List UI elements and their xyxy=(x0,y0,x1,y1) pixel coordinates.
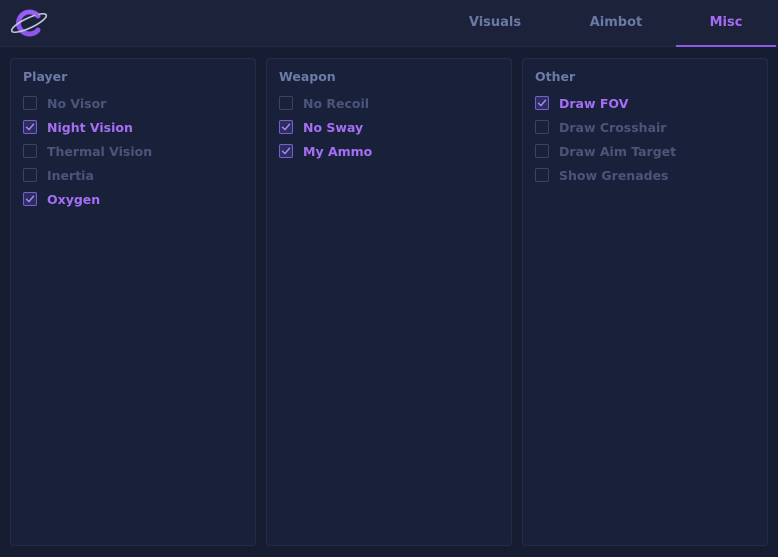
checkmark-icon xyxy=(281,147,291,155)
night-vision-label: Night Vision xyxy=(47,119,133,135)
option-no-visor[interactable]: No Visor xyxy=(23,91,247,115)
night-vision-checkbox[interactable] xyxy=(23,120,37,134)
tab-bar: Visuals Aimbot Misc xyxy=(440,0,778,47)
oxygen-label: Oxygen xyxy=(47,191,101,207)
other-options: Draw FOV Draw Crosshair Draw Aim Target Sho… xyxy=(535,91,759,187)
option-oxygen[interactable]: Oxygen xyxy=(23,187,247,211)
player-options: No Visor Night Vision Thermal Vision Inerti… xyxy=(23,91,247,211)
option-show-grenades[interactable]: Show Grenades xyxy=(535,163,759,187)
player-panel: Player No Visor Night Vision Thermal Visio… xyxy=(10,58,256,546)
draw-aim-target-label: Draw Aim Target xyxy=(559,143,677,159)
no-sway-checkbox[interactable] xyxy=(279,120,293,134)
cheat-menu-window: Visuals Aimbot Misc Player No Visor Night… xyxy=(0,0,778,557)
tab-aimbot[interactable]: Aimbot xyxy=(560,0,672,47)
header-bar: Visuals Aimbot Misc xyxy=(0,0,778,47)
draw-fov-label: Draw FOV xyxy=(559,95,629,111)
checkmark-icon xyxy=(537,99,547,107)
draw-crosshair-checkbox[interactable] xyxy=(535,120,549,134)
no-recoil-checkbox[interactable] xyxy=(279,96,293,110)
option-draw-fov[interactable]: Draw FOV xyxy=(535,91,759,115)
inertia-label: Inertia xyxy=(47,167,94,183)
other-panel-title: Other xyxy=(535,69,576,84)
option-draw-aim-target[interactable]: Draw Aim Target xyxy=(535,139,759,163)
my-ammo-label: My Ammo xyxy=(303,143,373,159)
draw-fov-checkbox[interactable] xyxy=(535,96,549,110)
option-no-sway[interactable]: No Sway xyxy=(279,115,503,139)
checkmark-icon xyxy=(25,195,35,203)
thermal-vision-label: Thermal Vision xyxy=(47,143,153,159)
no-recoil-label: No Recoil xyxy=(303,95,370,111)
other-panel: Other Draw FOV Draw Crosshair Draw Aim Tar… xyxy=(522,58,768,546)
draw-aim-target-checkbox[interactable] xyxy=(535,144,549,158)
option-inertia[interactable]: Inertia xyxy=(23,163,247,187)
show-grenades-label: Show Grenades xyxy=(559,167,669,183)
planet-c-logo-icon xyxy=(10,9,48,37)
checkmark-icon xyxy=(25,123,35,131)
my-ammo-checkbox[interactable] xyxy=(279,144,293,158)
draw-crosshair-label: Draw Crosshair xyxy=(559,119,667,135)
tab-visuals[interactable]: Visuals xyxy=(442,0,548,47)
weapon-panel-title: Weapon xyxy=(279,69,336,84)
tab-misc[interactable]: Misc xyxy=(676,0,776,47)
option-draw-crosshair[interactable]: Draw Crosshair xyxy=(535,115,759,139)
show-grenades-checkbox[interactable] xyxy=(535,168,549,182)
option-night-vision[interactable]: Night Vision xyxy=(23,115,247,139)
option-no-recoil[interactable]: No Recoil xyxy=(279,91,503,115)
no-visor-checkbox[interactable] xyxy=(23,96,37,110)
weapon-panel: Weapon No Recoil No Sway My Ammo xyxy=(266,58,512,546)
oxygen-checkbox[interactable] xyxy=(23,192,37,206)
option-my-ammo[interactable]: My Ammo xyxy=(279,139,503,163)
player-panel-title: Player xyxy=(23,69,68,84)
no-sway-label: No Sway xyxy=(303,119,364,135)
checkmark-icon xyxy=(281,123,291,131)
thermal-vision-checkbox[interactable] xyxy=(23,144,37,158)
weapon-options: No Recoil No Sway My Ammo xyxy=(279,91,503,163)
no-visor-label: No Visor xyxy=(47,95,107,111)
inertia-checkbox[interactable] xyxy=(23,168,37,182)
option-thermal-vision[interactable]: Thermal Vision xyxy=(23,139,247,163)
